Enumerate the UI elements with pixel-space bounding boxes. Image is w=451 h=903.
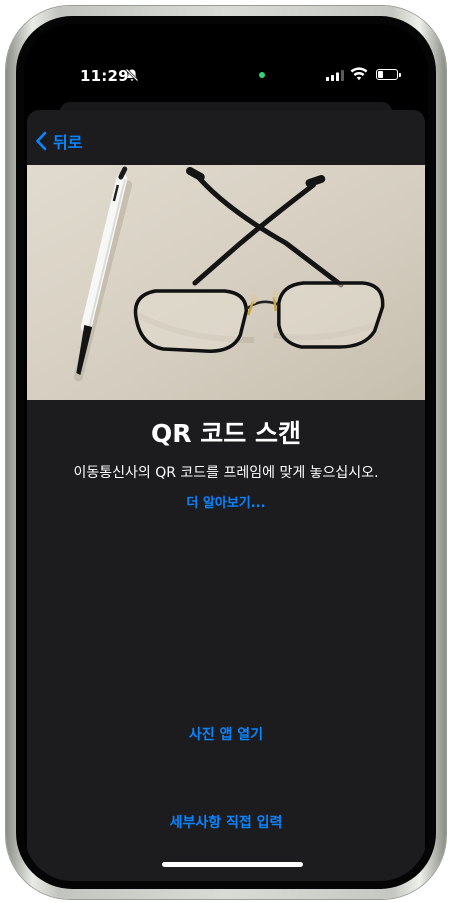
status-bar: 11:29: [24, 24, 428, 85]
battery-level: [378, 71, 383, 78]
learn-more-link[interactable]: 더 알아보기...: [27, 492, 425, 511]
screen: 11:29 뒤로 QR 코드 스캔 이동통신사의 QR 코드를 프레임에 맞게 …: [24, 24, 428, 881]
instruction-text: 이동통신사의 QR 코드를 프레임에 맞게 놓으십시오.: [73, 465, 379, 481]
phone-bezel: 11:29 뒤로 QR 코드 스캔 이동통신사의 QR 코드를 프레임에 맞게 …: [16, 16, 436, 889]
signal-bars-icon: [326, 70, 344, 81]
enter-details-manually-button[interactable]: 세부사항 직접 입력: [27, 812, 425, 832]
back-button[interactable]: 뒤로: [35, 129, 82, 153]
open-photos-app-button[interactable]: 사진 앱 열기: [27, 724, 425, 744]
page-title: QR 코드 스캔: [151, 419, 301, 448]
camera-viewfinder: [27, 165, 425, 400]
chevron-left-icon: [36, 131, 47, 151]
camera-in-use-indicator: [259, 72, 265, 78]
qr-scan-sheet: 뒤로 QR 코드 스캔 이동통신사의 QR 코드를 프레임에 맞게 놓으십시오.…: [27, 110, 425, 881]
silent-bell-icon: [125, 68, 139, 82]
home-indicator[interactable]: [162, 862, 303, 867]
status-time: 11:29: [80, 67, 129, 85]
wifi-icon: [350, 67, 368, 81]
battery-icon: [376, 69, 401, 80]
back-button-label: 뒤로: [53, 133, 83, 152]
phone-frame: 11:29 뒤로 QR 코드 스캔 이동통신사의 QR 코드를 프레임에 맞게 …: [6, 6, 446, 899]
camera-feed-image: [27, 165, 425, 400]
